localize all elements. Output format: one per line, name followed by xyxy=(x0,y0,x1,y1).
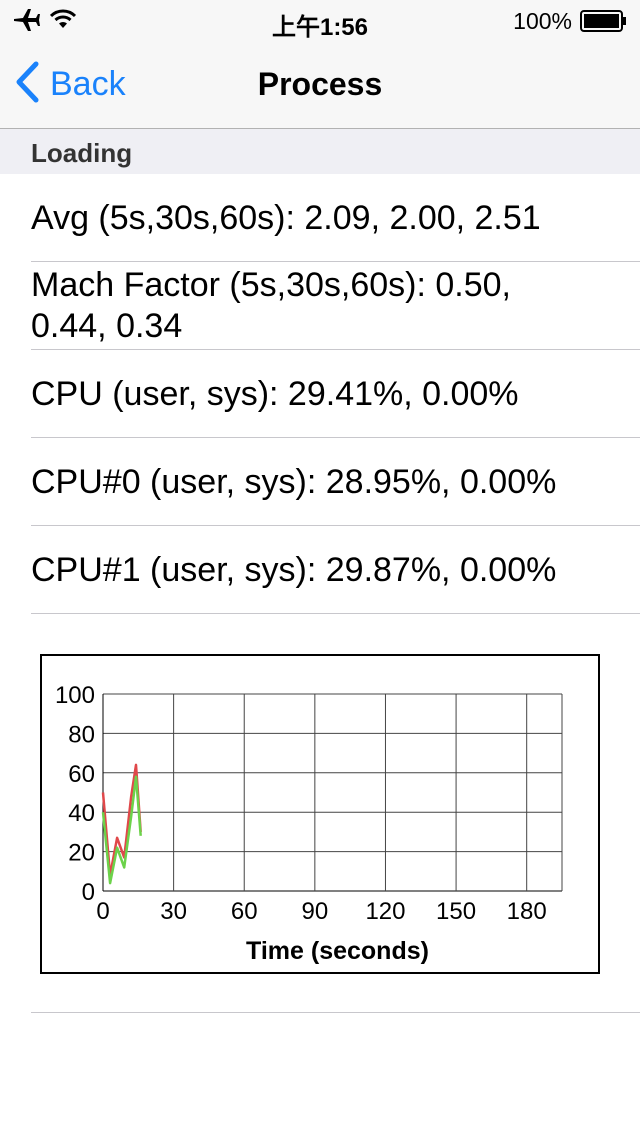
battery-percent: 100% xyxy=(513,8,572,34)
row-cpu0: CPU#0 (user, sys): 28.95%, 0.00% xyxy=(0,438,640,526)
section-header: Loading xyxy=(0,129,640,174)
load-average-text: Avg (5s,30s,60s): 2.09, 2.00, 2.51 xyxy=(31,199,541,237)
row-divider xyxy=(31,1012,640,1013)
battery-icon xyxy=(580,10,628,37)
x-tick-label: 60 xyxy=(231,898,258,925)
y-tick-label: 60 xyxy=(68,761,95,788)
status-bar: 上午1:56 100% xyxy=(0,0,640,41)
y-tick-label: 0 xyxy=(82,879,95,906)
mach-factor-line2: 0.44, 0.34 xyxy=(31,307,183,345)
navigation-bar: Back Process xyxy=(0,40,640,129)
row-load-average: Avg (5s,30s,60s): 2.09, 2.00, 2.51 xyxy=(0,174,640,262)
x-tick-label: 120 xyxy=(365,898,405,925)
x-tick-label: 180 xyxy=(507,898,547,925)
x-tick-label: 0 xyxy=(96,898,109,925)
row-cpu: CPU (user, sys): 29.41%, 0.00% xyxy=(0,350,640,438)
row-divider xyxy=(31,613,640,614)
y-tick-label: 100 xyxy=(55,682,95,709)
row-cpu1: CPU#1 (user, sys): 29.87%, 0.00% xyxy=(0,526,640,614)
x-tick-label: 30 xyxy=(160,898,187,925)
cpu1-text: CPU#1 (user, sys): 29.87%, 0.00% xyxy=(31,551,557,589)
x-tick-label: 150 xyxy=(436,898,476,925)
y-tick-label: 20 xyxy=(68,840,95,867)
x-axis-label: Time (seconds) xyxy=(246,937,429,965)
section-header-label: Loading xyxy=(31,138,133,168)
y-tick-label: 40 xyxy=(68,800,95,827)
chart-canvas: 0 20 40 60 80 100 0 30 60 90 120 150 180 Time (second… xyxy=(55,682,563,965)
process-screen: 上午1:56 100% Back Process Loading Avg (5s… xyxy=(0,0,640,1136)
series-line-1 xyxy=(101,775,142,885)
y-tick-label: 80 xyxy=(68,721,95,748)
page-title: Process xyxy=(257,66,383,102)
cpu-usage-chart: 0 20 40 60 80 100 0 30 60 90 120 150 180 Time (second… xyxy=(40,654,600,974)
mach-factor-line1: Mach Factor (5s,30s,60s): 0.50, xyxy=(31,266,511,304)
cpu0-text: CPU#0 (user, sys): 28.95%, 0.00% xyxy=(31,463,557,501)
row-mach-factor: Mach Factor (5s,30s,60s): 0.50, 0.44, 0.… xyxy=(0,262,640,350)
x-tick-label: 90 xyxy=(301,898,328,925)
cpu-text: CPU (user, sys): 29.41%, 0.00% xyxy=(31,375,519,413)
